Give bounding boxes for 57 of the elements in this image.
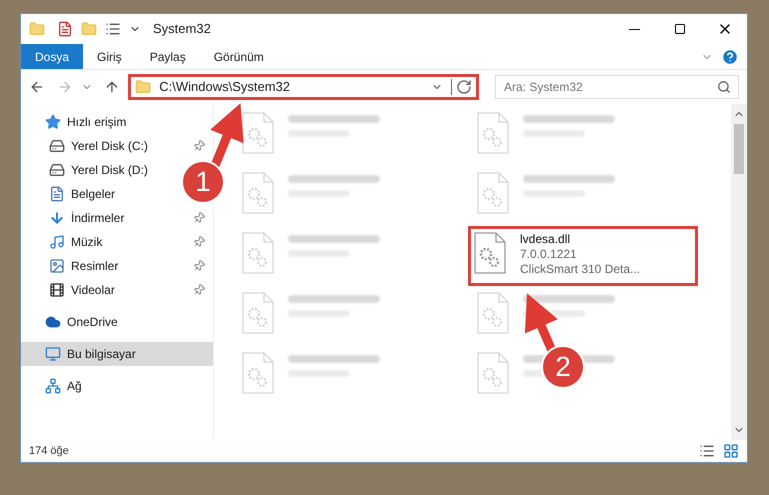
properties-icon[interactable]: [57, 21, 73, 37]
film-icon: [49, 282, 65, 298]
sidebar-item[interactable]: Yerel Disk (D:): [21, 158, 156, 182]
window-title: System32: [153, 20, 211, 38]
sidebar-item[interactable]: Hızlı erişim: [21, 110, 134, 134]
maximize-icon: [674, 23, 686, 35]
dll-file-icon: [242, 352, 274, 394]
drive-icon: [49, 138, 65, 154]
music-note-icon: [49, 234, 65, 250]
file-name: lvdesa.dll: [520, 232, 572, 247]
tiles-view-icon[interactable]: [723, 443, 739, 459]
file-detail: ClickSmart 310 Deta...: [520, 262, 640, 277]
sidebar-item[interactable]: Müzik: [21, 230, 213, 254]
minimize-icon: [629, 28, 640, 30]
search-field[interactable]: Ara: System32: [494, 75, 739, 99]
details-view-icon[interactable]: [699, 443, 715, 459]
file-item[interactable]: lvdesa.dll 7.0.0.1221 ClickSmart 310 Deta...: [468, 226, 698, 286]
ribbon-tab[interactable]: Giriş: [83, 44, 136, 69]
document-icon: [49, 186, 65, 202]
ribbon-tab[interactable]: Dosya: [21, 44, 84, 69]
sidebar-item[interactable]: Ağ: [21, 374, 90, 398]
dll-file-icon: [474, 232, 506, 274]
dll-file-icon: [477, 172, 509, 214]
item-count: 174 öğe: [29, 444, 69, 459]
sidebar-item[interactable]: OneDrive: [21, 310, 126, 334]
view-icon[interactable]: [105, 21, 121, 37]
computer-icon: [45, 346, 61, 362]
cloud-icon: [45, 314, 61, 330]
dll-file-icon: [477, 112, 509, 154]
picture-icon: [49, 258, 65, 274]
refresh-icon[interactable]: [450, 79, 472, 95]
dll-file-icon: [242, 172, 274, 214]
address-text: C:\Windows\System32: [159, 78, 292, 96]
sidebar-item[interactable]: Yerel Disk (C:): [21, 134, 213, 158]
dll-file-icon: [242, 292, 274, 334]
dll-file-icon: [477, 292, 509, 334]
ribbon-tab[interactable]: Paylaş: [136, 44, 200, 69]
star-icon: [45, 114, 61, 130]
sidebar-item[interactable]: Bu bilgisayar: [21, 342, 213, 366]
network-icon: [45, 378, 61, 394]
dll-file-icon: [477, 352, 509, 394]
sidebar-item[interactable]: Videolar: [21, 278, 213, 302]
dll-file-icon: [242, 112, 274, 154]
dll-file-icon: [242, 232, 274, 274]
sidebar-item[interactable]: Resimler: [21, 254, 213, 278]
sidebar-item[interactable]: İndirmeler: [21, 206, 213, 230]
scrollbar[interactable]: [731, 104, 747, 440]
folder-icon: [135, 79, 152, 95]
back-button[interactable]: [29, 79, 45, 95]
scrollbar-thumb[interactable]: [734, 124, 744, 174]
search-icon[interactable]: [716, 80, 731, 94]
sidebar-item[interactable]: Belgeler: [21, 182, 124, 206]
file-detail: 7.0.0.1221: [520, 247, 578, 262]
address-field[interactable]: C:\Windows\System32: [128, 74, 479, 100]
drive-icon: [49, 162, 65, 178]
ribbon-tab[interactable]: Görünüm: [200, 44, 278, 69]
help-icon[interactable]: [721, 48, 739, 66]
